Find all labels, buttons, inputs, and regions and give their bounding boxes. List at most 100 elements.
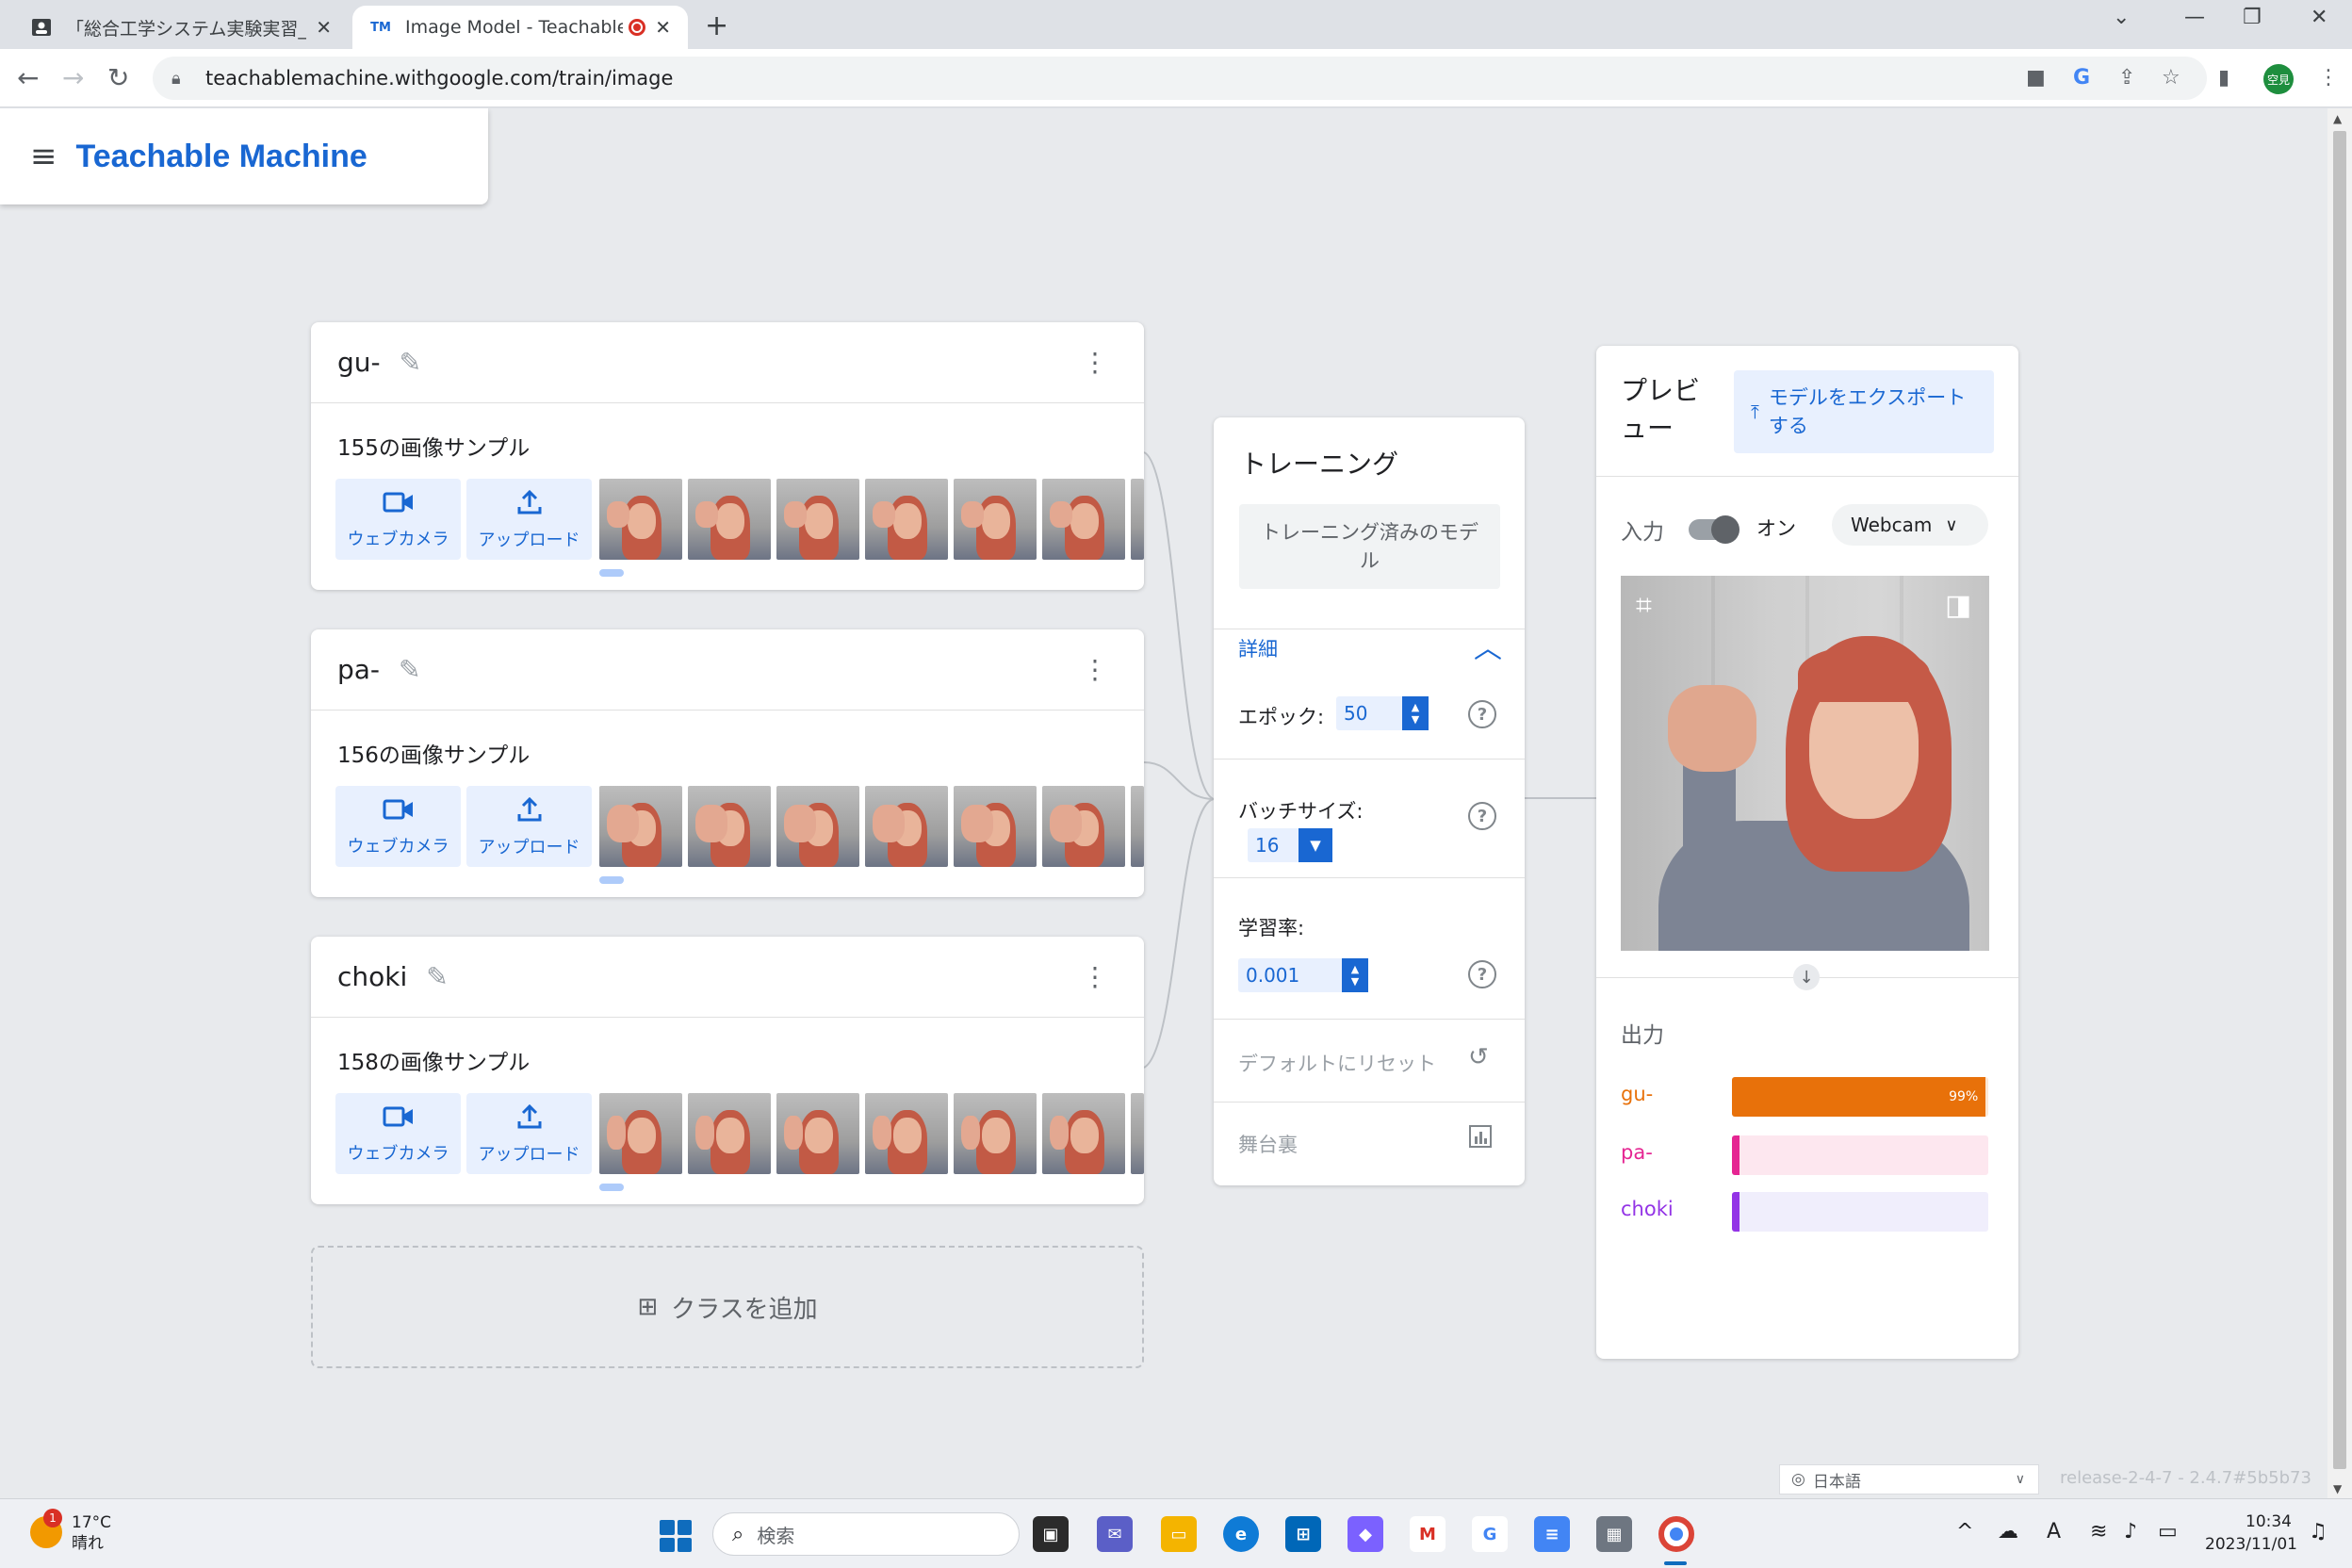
sample-thumbnail[interactable] xyxy=(776,479,859,560)
sample-thumbnail[interactable] xyxy=(865,479,948,560)
calculator-icon[interactable]: ▦ xyxy=(1596,1516,1632,1552)
copilot-icon[interactable]: ◆ xyxy=(1348,1516,1383,1552)
webcam-button[interactable]: ウェブカメラ xyxy=(335,1093,461,1174)
window-close-button[interactable]: ✕ xyxy=(2311,6,2328,29)
profile-avatar[interactable]: 空見 xyxy=(2263,64,2294,94)
system-clock[interactable]: 10:34 2023/11/01 xyxy=(2205,1511,2297,1556)
help-icon[interactable]: ? xyxy=(1468,802,1496,830)
sample-thumbnail[interactable] xyxy=(865,786,948,867)
google-docs-icon[interactable]: ≡ xyxy=(1534,1516,1570,1552)
more-vert-icon[interactable]: ⋮ xyxy=(1082,961,1108,992)
tab-experiment[interactable]: 「総合工学システム実験実習_1-3b ✕ xyxy=(13,6,349,49)
tab-search-icon[interactable]: ⌄ xyxy=(2113,6,2130,29)
export-model-button[interactable]: ⤒ モデルをエクスポートする xyxy=(1734,370,1994,453)
pencil-icon[interactable]: ✎ xyxy=(399,654,420,685)
dropdown-arrow-icon[interactable]: ▼ xyxy=(1298,828,1332,862)
sample-thumbnail[interactable] xyxy=(1042,786,1125,867)
scrollbar-thumb[interactable] xyxy=(2333,131,2346,1469)
sample-thumbnail[interactable] xyxy=(1131,786,1144,867)
ime-icon[interactable]: A xyxy=(2047,1520,2061,1544)
flip-icon[interactable]: ◨ xyxy=(1945,589,1971,622)
close-icon[interactable]: ✕ xyxy=(655,16,671,39)
sample-thumbnail[interactable] xyxy=(688,479,771,560)
under-the-hood-button[interactable]: 舞台裏 xyxy=(1238,1130,1298,1158)
forward-icon[interactable]: → xyxy=(62,62,84,93)
advanced-toggle[interactable]: 詳細 xyxy=(1238,634,1278,662)
bar-chart-icon[interactable] xyxy=(1468,1124,1493,1155)
epochs-input[interactable]: 50 ▲ ▼ xyxy=(1336,696,1429,730)
microsoft-store-icon[interactable]: ⊞ xyxy=(1285,1516,1321,1552)
more-menu-icon[interactable]: ⋮ xyxy=(2318,66,2339,90)
share-icon[interactable]: ⇪ xyxy=(2118,66,2135,90)
help-icon[interactable]: ? xyxy=(1468,700,1496,728)
task-view-icon[interactable]: ▣ xyxy=(1033,1516,1069,1552)
more-vert-icon[interactable]: ⋮ xyxy=(1082,654,1108,685)
learning-rate-stepper[interactable]: ▲ ▼ xyxy=(1342,958,1368,992)
restore-button[interactable]: ❐ xyxy=(2243,6,2262,29)
help-icon[interactable]: ? xyxy=(1468,960,1496,988)
language-select[interactable]: ◎ 日本語 ∨ xyxy=(1779,1464,2039,1494)
scroll-down-icon[interactable]: ▼ xyxy=(2333,1482,2342,1495)
onedrive-cloud-icon[interactable]: ☁ xyxy=(1998,1520,2018,1544)
history-icon[interactable]: ↺ xyxy=(1468,1043,1489,1071)
sample-thumbnail[interactable] xyxy=(599,786,682,867)
sample-thumbnail[interactable] xyxy=(1131,479,1144,560)
notification-bell-icon[interactable]: ♫ xyxy=(2309,1520,2328,1544)
sample-thumbnail[interactable] xyxy=(599,1093,682,1174)
chrome-icon[interactable] xyxy=(1658,1516,1694,1552)
chevron-up-icon[interactable]: ^ xyxy=(1956,1520,1973,1544)
minimize-button[interactable]: — xyxy=(2184,6,2205,29)
input-toggle[interactable] xyxy=(1689,515,1740,544)
pencil-icon[interactable]: ✎ xyxy=(400,347,421,378)
upload-button[interactable]: アップロード xyxy=(466,1093,592,1174)
back-icon[interactable]: ← xyxy=(17,62,39,93)
input-source-select[interactable]: Webcam ∨ xyxy=(1832,504,1988,546)
weather-widget[interactable]: 17°C 晴れ xyxy=(72,1512,111,1554)
sample-thumbnail[interactable] xyxy=(954,786,1037,867)
thumbnail-scroll-indicator[interactable] xyxy=(599,876,624,884)
webcam-button[interactable]: ウェブカメラ xyxy=(335,479,461,560)
google-lens-icon[interactable]: G xyxy=(2073,66,2090,90)
edge-browser-icon[interactable]: e xyxy=(1223,1516,1259,1552)
more-vert-icon[interactable]: ⋮ xyxy=(1082,347,1108,378)
sample-thumbnail[interactable] xyxy=(688,786,771,867)
trained-model-button[interactable]: トレーニング済みのモデル xyxy=(1239,504,1500,589)
epochs-stepper[interactable]: ▲ ▼ xyxy=(1402,696,1429,730)
sample-thumbnail[interactable] xyxy=(954,1093,1037,1174)
sample-thumbnail[interactable] xyxy=(599,479,682,560)
volume-icon[interactable]: ♪ xyxy=(2124,1520,2137,1544)
camera-in-use-icon[interactable]: ■ xyxy=(2026,66,2046,90)
google-icon[interactable]: G xyxy=(1472,1516,1508,1552)
thumbnail-scroll-indicator[interactable] xyxy=(599,1184,624,1191)
chevron-up-icon[interactable]: ︿ xyxy=(1474,625,1502,666)
webcam-button[interactable]: ウェブカメラ xyxy=(335,786,461,867)
thumbnail-scroll-indicator[interactable] xyxy=(599,569,624,577)
sample-thumbnail[interactable] xyxy=(1042,1093,1125,1174)
sample-thumbnail[interactable] xyxy=(1042,479,1125,560)
address-bar[interactable]: 🔒︎ teachablemachine.withgoogle.com/train… xyxy=(153,57,2207,100)
new-tab-button[interactable]: + xyxy=(705,9,728,42)
wifi-icon[interactable]: ≋ xyxy=(2090,1520,2107,1544)
add-class-button[interactable]: ⊞ クラスを追加 xyxy=(311,1246,1144,1368)
reset-defaults-button[interactable]: デフォルトにリセット xyxy=(1238,1049,1436,1077)
learning-rate-input[interactable]: 0.001 ▲ ▼ xyxy=(1238,958,1368,992)
reload-icon[interactable]: ↻ xyxy=(107,62,129,93)
sample-thumbnail[interactable] xyxy=(865,1093,948,1174)
crop-icon[interactable]: ⌗ xyxy=(1636,589,1652,622)
close-icon[interactable]: ✕ xyxy=(316,16,332,39)
sample-thumbnail[interactable] xyxy=(776,1093,859,1174)
teams-chat-icon[interactable]: ✉ xyxy=(1097,1516,1133,1552)
batch-size-select[interactable]: 16 ▼ xyxy=(1248,828,1332,862)
tab-image-model[interactable]: TM Image Model - Teachable M ✕ xyxy=(352,6,688,49)
class-name[interactable]: pa- xyxy=(337,654,380,685)
windows-start-icon[interactable] xyxy=(660,1520,692,1552)
scroll-up-icon[interactable]: ▲ xyxy=(2333,112,2342,125)
sample-thumbnail[interactable] xyxy=(688,1093,771,1174)
battery-icon[interactable]: ▭ xyxy=(2158,1520,2178,1544)
class-name[interactable]: choki xyxy=(337,961,407,992)
taskbar-search[interactable]: ⌕ 検索 xyxy=(712,1512,1020,1556)
bookmark-star-icon[interactable]: ☆ xyxy=(2162,66,2180,90)
sample-thumbnail[interactable] xyxy=(954,479,1037,560)
sample-thumbnail[interactable] xyxy=(776,786,859,867)
file-explorer-icon[interactable]: ▭ xyxy=(1161,1516,1197,1552)
